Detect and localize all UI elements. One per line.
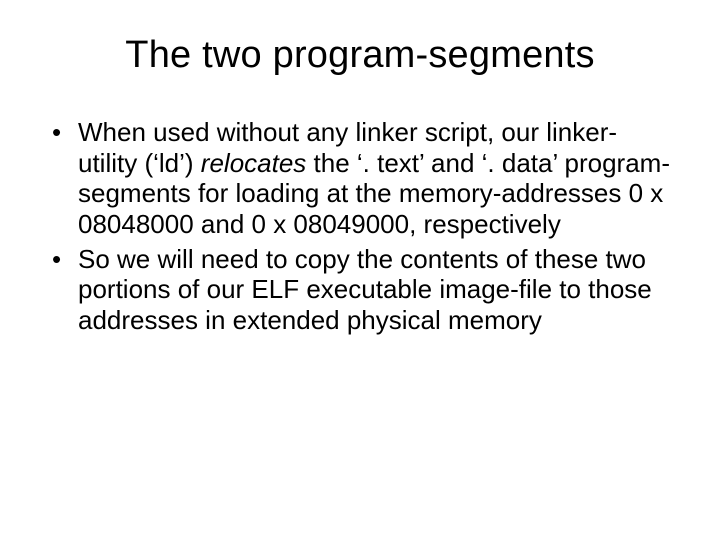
slide-title: The two program-segments — [48, 34, 672, 77]
slide-body: When used without any linker script, our… — [48, 117, 672, 336]
list-item: When used without any linker script, our… — [48, 117, 672, 240]
bullet-text-pre: So we will need to copy the contents of … — [78, 244, 652, 335]
bullet-list: When used without any linker script, our… — [48, 117, 672, 336]
list-item: So we will need to copy the contents of … — [48, 244, 672, 336]
bullet-text-em: relocates — [201, 148, 307, 178]
slide: The two program-segments When used witho… — [0, 0, 720, 540]
